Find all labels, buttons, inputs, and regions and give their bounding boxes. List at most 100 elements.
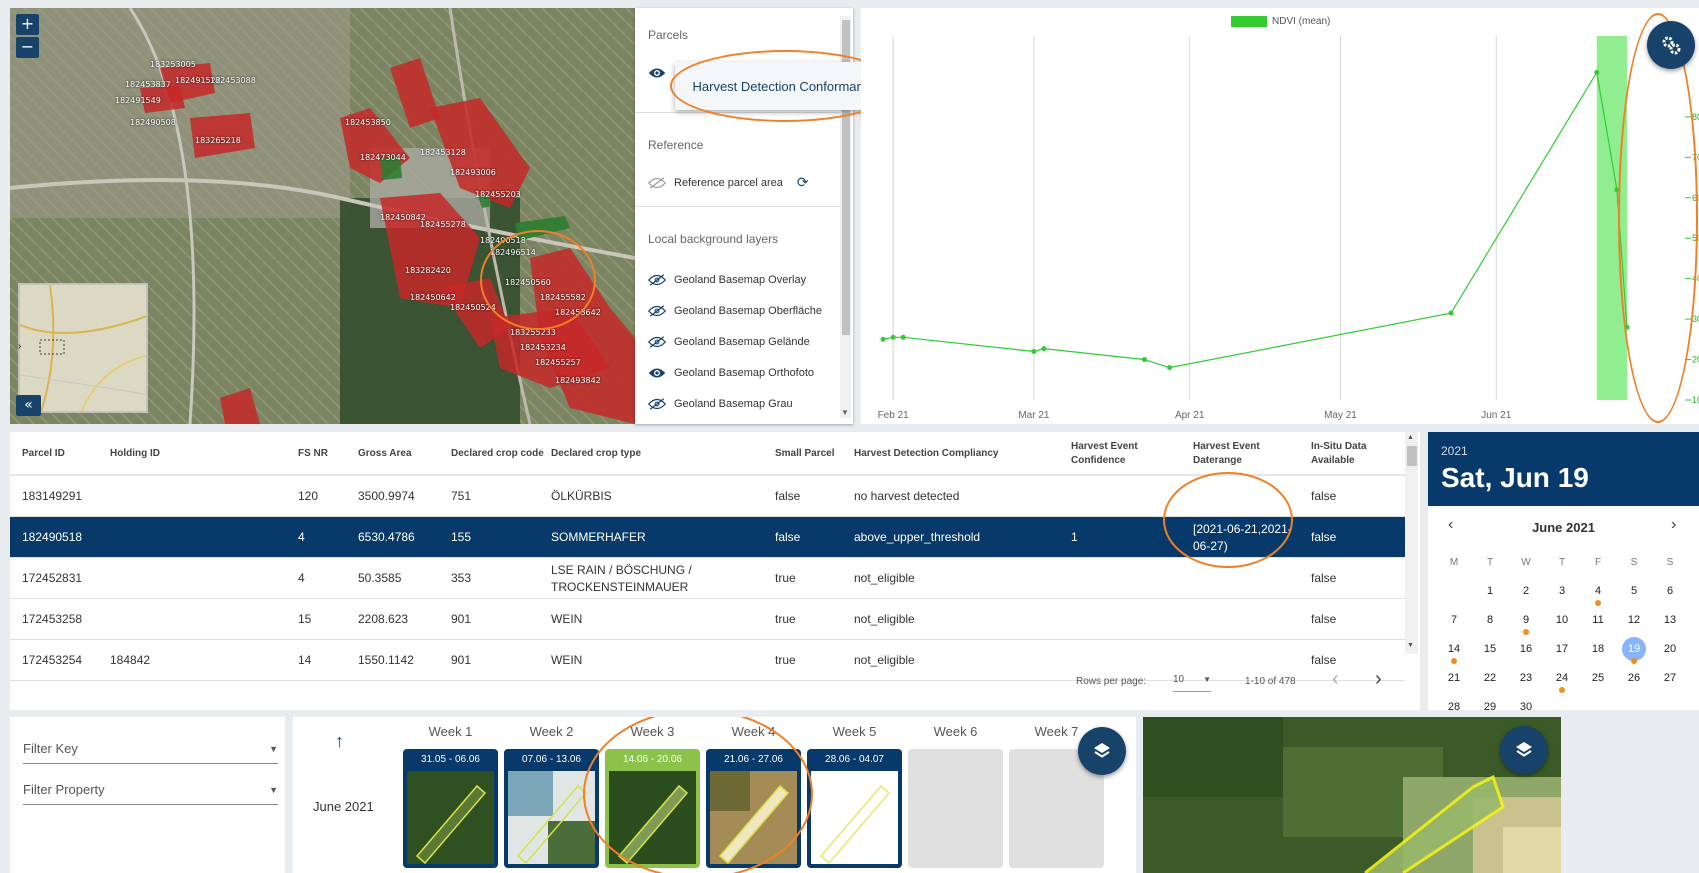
column-header[interactable]: Declared crop code <box>451 436 545 472</box>
layers-button[interactable] <box>1078 727 1126 775</box>
parcel-detail-image[interactable] <box>1143 717 1561 873</box>
calendar-day[interactable]: 17 <box>1544 638 1580 660</box>
calendar-day[interactable]: 4 <box>1580 580 1616 602</box>
data-point[interactable] <box>900 334 906 340</box>
parcel-label[interactable]: 182453234 <box>520 343 566 352</box>
calendar-day[interactable]: 27 <box>1652 667 1688 689</box>
data-point[interactable] <box>1167 365 1173 371</box>
parcel-label[interactable]: 182490518 <box>480 236 526 245</box>
calendar-day[interactable]: 2 <box>1508 580 1544 602</box>
layers-button[interactable] <box>1500 726 1548 774</box>
settings-button[interactable] <box>1647 21 1695 69</box>
table-row[interactable]: 182490518 4 6530.4786 155 SOMMERHAFER false ab… <box>10 517 1405 558</box>
calendar-day[interactable]: 9 <box>1508 609 1544 631</box>
data-point[interactable] <box>1041 346 1047 352</box>
zoom-out-button[interactable]: − <box>16 37 39 58</box>
parcel-label[interactable]: 182473044 <box>360 153 406 162</box>
parcel-label[interactable]: 182453128 <box>420 148 466 157</box>
parcel-layer-visibility-toggle[interactable] <box>648 66 666 84</box>
data-point[interactable] <box>890 334 896 340</box>
background-layer-item[interactable]: Geoland Basemap Oberfläche <box>648 305 822 317</box>
calendar-day[interactable]: 7 <box>1436 609 1472 631</box>
scroll-up-icon[interactable]: ▲ <box>1407 434 1414 441</box>
week-thumbnail[interactable]: 31.05 - 06.06 <box>403 749 498 868</box>
calendar-day[interactable]: 12 <box>1616 609 1652 631</box>
calendar-day[interactable]: 18 <box>1580 638 1616 660</box>
map-view[interactable]: 183253005 182491522 182453837 182453088 1824… <box>10 8 635 424</box>
parcel-label[interactable]: 182453088 <box>210 76 256 85</box>
data-point[interactable] <box>880 336 886 342</box>
zoom-in-button[interactable]: + <box>16 14 39 35</box>
calendar-day[interactable]: 16 <box>1508 638 1544 660</box>
parcel-label[interactable]: 183265218 <box>195 136 241 145</box>
column-header[interactable]: Harvest Detection Compliancy <box>854 436 1065 472</box>
calendar-day[interactable]: 8 <box>1472 609 1508 631</box>
parcel-label[interactable]: 182490508 <box>130 118 176 127</box>
column-header[interactable]: Gross Area <box>358 436 445 472</box>
selected-year[interactable]: 2021 <box>1441 444 1468 458</box>
table-row[interactable]: 183149291 120 3500.9974 751 ÖLKÜRBIS false no … <box>10 476 1405 517</box>
week-thumbnail[interactable]: 21.06 - 27.06 <box>706 749 801 868</box>
column-header[interactable]: Parcel ID <box>22 436 104 472</box>
column-header[interactable]: Holding ID <box>110 436 292 472</box>
parcel-label[interactable]: 183255233 <box>510 328 556 337</box>
parcel-label[interactable]: 182453837 <box>125 80 171 89</box>
next-month-button[interactable]: › <box>1671 516 1676 534</box>
parcel-label[interactable]: 182455203 <box>475 190 521 199</box>
next-page-button[interactable]: › <box>1375 668 1382 691</box>
parcel-label[interactable]: 182450642 <box>410 293 456 302</box>
week-thumbnail[interactable]: 14.06 - 20.06 <box>605 749 700 868</box>
scroll-down-icon[interactable]: ▼ <box>841 408 849 417</box>
calendar-day[interactable]: 22 <box>1472 667 1508 689</box>
overview-map[interactable] <box>18 283 148 413</box>
parcel-label[interactable]: 183282420 <box>405 266 451 275</box>
parcel-label[interactable]: 182455257 <box>535 358 581 367</box>
reference-layer-item[interactable]: Reference parcel area ⟳ <box>648 174 809 191</box>
filter-key-select[interactable]: Filter Key ▼ <box>23 734 278 764</box>
parcel-label[interactable]: 182450560 <box>505 278 551 287</box>
table-row[interactable]: 172452831 4 50.3585 353 LSE RAIN / BÖSCHUNG … <box>10 558 1405 599</box>
column-header[interactable]: Declared crop type <box>551 436 769 472</box>
calendar-day[interactable]: 5 <box>1616 580 1652 602</box>
data-point[interactable] <box>1448 310 1454 316</box>
data-point[interactable] <box>1594 69 1600 75</box>
parcel-label[interactable]: 182493842 <box>555 376 601 385</box>
calendar-day[interactable]: 26 <box>1616 667 1652 689</box>
calendar-day[interactable]: 11 <box>1580 609 1616 631</box>
calendar-day[interactable]: 21 <box>1436 667 1472 689</box>
background-layer-item[interactable]: Geoland Basemap Overlay <box>648 274 806 286</box>
week-thumbnail[interactable]: 07.06 - 13.06 <box>504 749 599 868</box>
calendar-day[interactable]: 29 <box>1472 696 1508 710</box>
parcel-label[interactable]: 182453850 <box>345 118 391 127</box>
calendar-day[interactable]: 13 <box>1652 609 1688 631</box>
column-header[interactable]: Harvest Event Daterange <box>1193 436 1305 472</box>
calendar-day[interactable]: 23 <box>1508 667 1544 689</box>
calendar-day[interactable]: 28 <box>1436 696 1472 710</box>
arrow-up-icon[interactable]: ↑ <box>335 731 344 752</box>
previous-page-button[interactable]: ‹ <box>1332 668 1339 691</box>
calendar-day[interactable]: 24 <box>1544 667 1580 689</box>
month-label[interactable]: June 2021 <box>1428 520 1699 535</box>
calendar-day[interactable]: 10 <box>1544 609 1580 631</box>
scroll-down-icon[interactable]: ▼ <box>1407 642 1414 649</box>
parcel-label[interactable]: 182450842 <box>380 213 426 222</box>
column-header[interactable]: Small Parcel <box>775 436 848 472</box>
column-header[interactable]: Harvest Event Confidence <box>1071 436 1187 472</box>
parcel-label[interactable]: 182455582 <box>540 293 586 302</box>
overview-toggle-icon[interactable]: › <box>18 341 21 352</box>
calendar-day[interactable]: 20 <box>1652 638 1688 660</box>
parcel-label[interactable]: 182450524 <box>450 303 496 312</box>
calendar-day[interactable]: 15 <box>1472 638 1508 660</box>
parcel-label[interactable]: 182491549 <box>115 96 161 105</box>
column-header[interactable]: FS NR <box>298 436 352 472</box>
rows-per-page-select[interactable]: 10 ▼ <box>1173 668 1211 692</box>
parcel-label[interactable]: 182493006 <box>450 168 496 177</box>
data-point[interactable] <box>1031 348 1037 354</box>
calendar-day[interactable]: 14 <box>1436 638 1472 660</box>
data-point[interactable] <box>1614 187 1620 193</box>
calendar-day[interactable]: 30 <box>1508 696 1544 710</box>
table-scrollbar-thumb[interactable] <box>1407 446 1417 466</box>
background-layer-item[interactable]: Geoland Basemap Grau <box>648 398 793 410</box>
calendar-day[interactable]: 1 <box>1472 580 1508 602</box>
parcel-label[interactable]: 182453642 <box>555 308 601 317</box>
